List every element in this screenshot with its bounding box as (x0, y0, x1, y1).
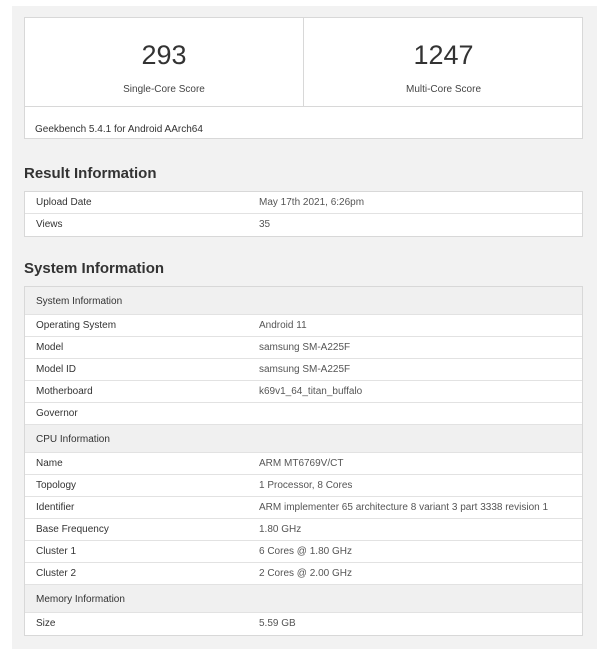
row-key: Governor (36, 408, 78, 419)
row-key: Identifier (36, 502, 75, 513)
row-key: Cluster 1 (36, 546, 77, 557)
section-header-memory: Memory Information (25, 585, 582, 613)
row-key: Cluster 2 (36, 568, 77, 579)
score-divider (25, 106, 582, 107)
row-value: samsung SM-A225F (259, 364, 351, 375)
table-row: Base Frequency 1.80 GHz (25, 519, 582, 541)
row-key: Views (36, 219, 63, 230)
table-row: Governor (25, 403, 582, 425)
row-key: Name (36, 458, 63, 469)
row-key: Model (36, 342, 64, 353)
row-value: 1.80 GHz (259, 524, 302, 535)
table-row: Upload Date May 17th 2021, 6:26pm (25, 192, 582, 214)
row-value: 2 Cores @ 2.00 GHz (259, 568, 352, 579)
section-header-label: CPU Information (36, 434, 110, 445)
section-header-label: Memory Information (36, 594, 125, 605)
row-key: Upload Date (36, 197, 92, 208)
table-row: Cluster 1 6 Cores @ 1.80 GHz (25, 541, 582, 563)
score-card: 293 Single-Core Score 1247 Multi-Core Sc… (24, 17, 583, 139)
row-value: ARM MT6769V/CT (259, 458, 344, 469)
table-row: Topology 1 Processor, 8 Cores (25, 475, 582, 497)
row-key: Model ID (36, 364, 77, 375)
row-value: 35 (259, 219, 271, 230)
system-information-table: System Information Operating System Andr… (24, 286, 583, 636)
row-value: k69v1_64_titan_buffalo (259, 386, 363, 397)
row-key: Operating System (36, 320, 117, 331)
multi-core-score-box: 1247 Multi-Core Score (304, 18, 583, 106)
section-header-label: System Information (36, 296, 123, 307)
geekbench-version: Geekbench 5.4.1 for Android AArch64 (35, 124, 203, 135)
section-header-cpu: CPU Information (25, 425, 582, 453)
row-key: Motherboard (36, 386, 93, 397)
table-row: Model samsung SM-A225F (25, 337, 582, 359)
table-row: Motherboard k69v1_64_titan_buffalo (25, 381, 582, 403)
row-value: 1 Processor, 8 Cores (259, 480, 353, 491)
result-information-title: Result Information (24, 165, 157, 182)
system-information-title: System Information (24, 260, 165, 277)
single-core-score-label: Single-Core Score (123, 84, 205, 95)
section-header-system: System Information (25, 287, 582, 315)
row-key: Topology (36, 480, 77, 491)
single-core-score-value: 293 (141, 40, 187, 70)
row-value: May 17th 2021, 6:26pm (259, 197, 365, 208)
row-value: ARM implementer 65 architecture 8 varian… (259, 502, 549, 513)
table-row: Cluster 2 2 Cores @ 2.00 GHz (25, 563, 582, 585)
row-value: 5.59 GB (259, 618, 296, 629)
row-value: samsung SM-A225F (259, 342, 351, 353)
table-row: Views 35 (25, 214, 582, 236)
row-key: Base Frequency (36, 524, 109, 535)
table-row: Size 5.59 GB (25, 613, 582, 635)
benchmark-page: 293 Single-Core Score 1247 Multi-Core Sc… (12, 6, 597, 649)
table-row: Operating System Android 11 (25, 315, 582, 337)
table-row: Identifier ARM implementer 65 architectu… (25, 497, 582, 519)
result-information-table: Upload Date May 17th 2021, 6:26pm Views … (24, 191, 583, 237)
table-row: Model ID samsung SM-A225F (25, 359, 582, 381)
row-key: Size (36, 618, 56, 629)
table-row: Name ARM MT6769V/CT (25, 453, 582, 475)
row-value: 6 Cores @ 1.80 GHz (259, 546, 352, 557)
row-value: Android 11 (259, 320, 307, 331)
multi-core-score-label: Multi-Core Score (405, 84, 482, 95)
single-core-score-box: 293 Single-Core Score (25, 18, 304, 106)
multi-core-score-value: 1247 (413, 40, 474, 70)
